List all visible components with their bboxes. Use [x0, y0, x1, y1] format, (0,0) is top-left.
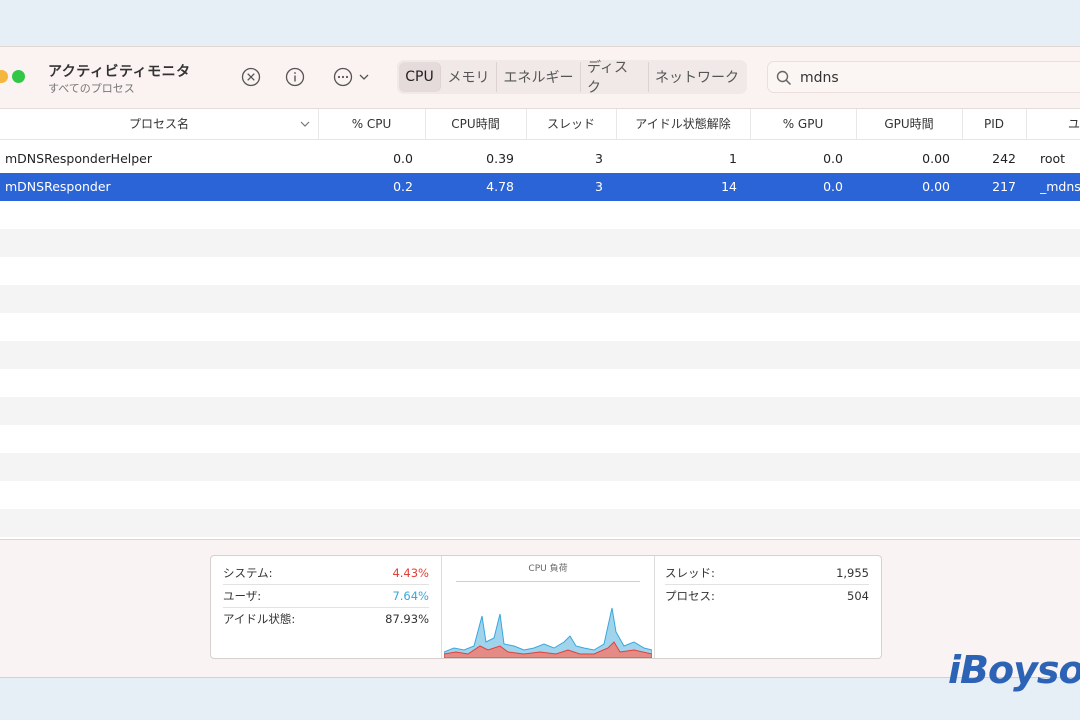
info-icon[interactable]	[284, 66, 306, 88]
search-input[interactable]	[798, 67, 1062, 89]
process-list: mDNSResponderHelper 0.0 0.39 3 1 0.0 0.0…	[0, 145, 1080, 537]
zoom-button[interactable]	[12, 70, 25, 83]
empty-row	[0, 397, 1080, 425]
column-header-gpu[interactable]: % GPU	[750, 109, 857, 139]
column-label: プロセス名	[128, 117, 189, 131]
processes-label: プロセス:	[665, 589, 715, 603]
system-label: システム:	[223, 566, 273, 580]
empty-row	[0, 425, 1080, 453]
threads-label: スレッド:	[665, 566, 715, 580]
empty-row	[0, 285, 1080, 313]
cpu-time: 4.78	[486, 179, 514, 194]
cpu-summary-panel: システム: 4.43% ユーザ: 7.64% アイドル状態: 87.93% CP…	[210, 555, 882, 659]
process-name: mDNSResponderHelper	[5, 151, 153, 166]
search-field[interactable]	[767, 61, 1080, 93]
processes-stat: プロセス: 504	[665, 585, 869, 607]
pid: 242	[992, 151, 1016, 166]
user: root	[1040, 151, 1066, 166]
cpu-load-chart: CPU 負荷	[441, 556, 655, 658]
column-header-pid[interactable]: PID	[962, 109, 1027, 139]
processes-value: 504	[847, 589, 869, 603]
gpu-percent: 0.0	[823, 151, 843, 166]
minimize-button[interactable]	[0, 70, 8, 83]
user-label: ユーザ:	[223, 589, 262, 603]
idle-wakeups: 1	[729, 151, 737, 166]
tab-disk[interactable]: ディスク	[581, 60, 649, 96]
gpu-percent: 0.0	[823, 179, 843, 194]
gpu-time: 0.00	[922, 151, 950, 166]
idle-value: 87.93%	[385, 612, 429, 626]
cpu-percent: 0.2	[393, 179, 413, 194]
column-header-idle-wakeups[interactable]: アイドル状態解除	[616, 109, 751, 139]
thread-count: 3	[595, 179, 603, 194]
system-value: 4.43%	[392, 566, 429, 580]
column-header-process-name[interactable]: プロセス名	[0, 109, 319, 139]
window-subtitle: すべてのプロセス	[48, 82, 135, 95]
empty-row	[0, 509, 1080, 537]
table-row[interactable]: mDNSResponderHelper 0.0 0.39 3 1 0.0 0.0…	[0, 145, 1080, 173]
column-header-cpu[interactable]: % CPU	[318, 109, 426, 139]
empty-row	[0, 257, 1080, 285]
empty-row	[0, 229, 1080, 257]
tab-network[interactable]: ネットワーク	[649, 62, 745, 92]
idle-label: アイドル状態:	[223, 612, 296, 626]
idle-wakeups: 14	[721, 179, 737, 194]
system-stat: システム: 4.43%	[223, 562, 429, 584]
gpu-time: 0.00	[922, 179, 950, 194]
table-row[interactable]: mDNSResponder 0.2 4.78 3 14 0.0 0.00 217…	[0, 173, 1080, 201]
table-header: プロセス名 % CPU CPU時間 スレッド アイドル状態解除 % GPU GP…	[0, 109, 1080, 140]
cpu-time: 0.39	[486, 151, 514, 166]
threads-stat: スレッド: 1,955	[665, 562, 869, 584]
empty-row	[0, 201, 1080, 229]
column-header-user[interactable]: ユ	[1026, 109, 1080, 139]
cpu-percent: 0.0	[393, 151, 413, 166]
more-actions-icon[interactable]	[330, 66, 374, 88]
watermark-logo: iBoysoft	[948, 648, 1080, 692]
window-title: アクティビティモニタ	[48, 64, 191, 80]
chart-title: CPU 負荷	[528, 564, 568, 574]
activity-monitor-window: アクティビティモニタ すべてのプロセス CPU メモリ エネルギー ディスク ネ…	[0, 46, 1080, 678]
user-value: 7.64%	[392, 589, 429, 603]
user: _mdns	[1040, 179, 1080, 194]
toolbar: アクティビティモニタ すべてのプロセス CPU メモリ エネルギー ディスク ネ…	[0, 47, 1080, 109]
empty-row	[0, 453, 1080, 481]
tab-energy[interactable]: エネルギー	[497, 62, 581, 92]
stop-process-icon[interactable]	[240, 66, 262, 88]
column-header-gpu-time[interactable]: GPU時間	[856, 109, 963, 139]
empty-row	[0, 369, 1080, 397]
user-stat: ユーザ: 7.64%	[223, 585, 429, 607]
column-header-cpu-time[interactable]: CPU時間	[425, 109, 527, 139]
cpu-load-graph	[444, 607, 652, 658]
cpu-summary-area: システム: 4.43% ユーザ: 7.64% アイドル状態: 87.93% CP…	[0, 539, 1080, 677]
search-icon	[776, 70, 792, 86]
process-name: mDNSResponder	[5, 179, 111, 194]
thread-count: 3	[595, 151, 603, 166]
empty-row	[0, 341, 1080, 369]
threads-value: 1,955	[836, 566, 869, 580]
view-tabs: CPU メモリ エネルギー ディスク ネットワーク	[397, 60, 747, 96]
column-header-threads[interactable]: スレッド	[526, 109, 617, 139]
tab-memory[interactable]: メモリ	[441, 62, 497, 92]
tab-cpu[interactable]: CPU	[399, 62, 441, 92]
idle-stat: アイドル状態: 87.93%	[223, 608, 429, 630]
chevron-down-icon	[300, 121, 310, 127]
empty-row	[0, 481, 1080, 509]
empty-row	[0, 313, 1080, 341]
pid: 217	[992, 179, 1016, 194]
